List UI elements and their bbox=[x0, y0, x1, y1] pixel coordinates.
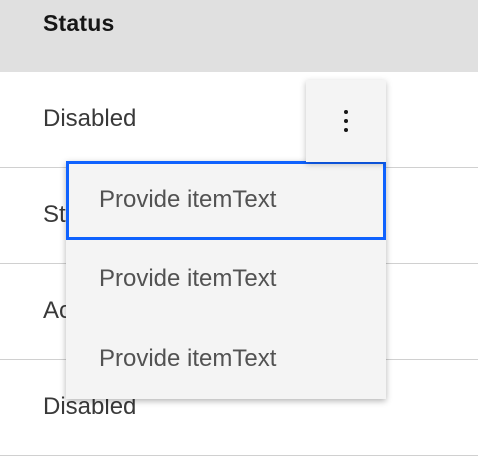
column-header-status[interactable]: Status bbox=[43, 10, 115, 37]
menu-item-label: Provide itemText bbox=[99, 186, 277, 213]
table-header: Status bbox=[0, 0, 478, 72]
status-cell: St bbox=[43, 201, 66, 228]
overflow-menu: Provide itemText Provide itemText Provid… bbox=[66, 161, 386, 399]
menu-item[interactable]: Provide itemText bbox=[66, 240, 386, 319]
menu-item-label: Provide itemText bbox=[99, 345, 277, 372]
menu-item[interactable]: Provide itemText bbox=[66, 320, 386, 399]
table-row: Disabled bbox=[0, 72, 478, 168]
overflow-menu-vertical-icon bbox=[344, 110, 348, 132]
overflow-menu-button[interactable] bbox=[306, 80, 386, 162]
menu-item[interactable]: Provide itemText bbox=[66, 161, 386, 240]
status-cell: Disabled bbox=[43, 105, 137, 132]
menu-item-label: Provide itemText bbox=[99, 265, 277, 292]
